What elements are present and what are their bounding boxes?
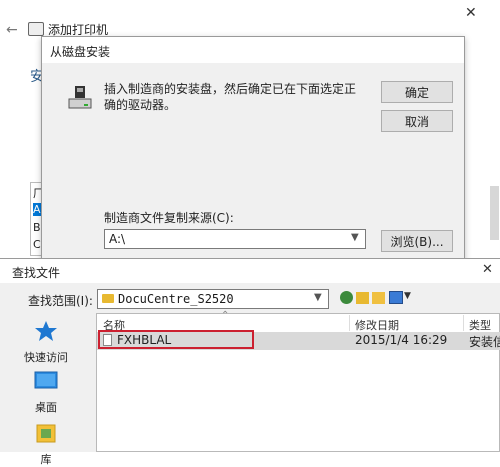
dialog-titlebar: 查找文件 ✕ xyxy=(0,259,500,283)
close-icon[interactable]: ✕ xyxy=(465,5,477,21)
look-in-combobox[interactable]: DocuCentre_S2520 ▼ xyxy=(97,289,329,309)
look-in-value: DocuCentre_S2520 xyxy=(118,292,234,306)
browse-button[interactable]: 浏览(B)... xyxy=(381,230,453,252)
disk-drive-icon xyxy=(68,86,92,109)
library-icon xyxy=(36,424,56,443)
scrollbar[interactable] xyxy=(490,186,499,240)
source-combobox[interactable]: A:\ ▼ xyxy=(104,229,366,249)
sort-arrow-icon: ⌃ xyxy=(221,310,230,321)
places-bar: 快速访问 桌面 库 xyxy=(0,314,92,466)
source-label: 制造商文件复制来源(C): xyxy=(104,211,234,225)
list-item[interactable]: B xyxy=(33,221,41,234)
chevron-down-icon[interactable]: ▼ xyxy=(314,292,322,303)
file-type: 安装信息 xyxy=(469,335,500,349)
ok-button[interactable]: 确定 xyxy=(381,81,453,103)
column-divider[interactable] xyxy=(349,315,350,331)
desktop-icon xyxy=(34,371,58,389)
list-item[interactable]: C xyxy=(33,238,41,251)
annotation-highlight xyxy=(98,330,254,349)
place-label: 桌面 xyxy=(35,401,57,414)
back-arrow-icon[interactable]: ← xyxy=(6,22,18,38)
instruction-text: 插入制造商的安装盘，然后确定已在下面选定正确的驱动器。 xyxy=(104,82,357,112)
dialog-title: 从磁盘安装 xyxy=(50,45,111,59)
star-icon xyxy=(35,321,57,341)
chevron-down-icon[interactable]: ▼ xyxy=(404,291,411,301)
folder-icon xyxy=(102,294,114,303)
chevron-down-icon[interactable]: ▼ xyxy=(351,232,359,243)
close-icon[interactable]: ✕ xyxy=(482,262,493,277)
place-desktop[interactable]: 桌面 xyxy=(14,370,78,415)
file-list[interactable]: 名称 ⌃ 修改日期 类型 FXHBLAL 2015/1/4 16:29 安装信息 xyxy=(96,310,500,452)
new-folder-icon[interactable] xyxy=(372,292,385,304)
cancel-button[interactable]: 取消 xyxy=(381,110,453,132)
source-value: A:\ xyxy=(109,232,126,246)
place-quick-access[interactable]: 快速访问 xyxy=(14,320,78,365)
file-date: 2015/1/4 16:29 xyxy=(355,333,448,347)
install-from-disk-dialog: 从磁盘安装 插入制造商的安装盘，然后确定已在下面选定正确的驱动器。 确定 取消 … xyxy=(41,36,465,266)
column-divider[interactable] xyxy=(463,315,464,331)
locate-file-dialog: 查找文件 ✕ 查找范围(I): DocuCentre_S2520 ▼ ▼ 快速访… xyxy=(0,258,500,466)
view-menu-icon[interactable] xyxy=(389,291,403,304)
dialog-title: 查找文件 xyxy=(12,266,61,280)
place-library[interactable]: 库 xyxy=(14,422,78,467)
column-header-date[interactable]: 修改日期 xyxy=(355,317,399,333)
back-icon[interactable] xyxy=(340,291,353,304)
place-label: 快速访问 xyxy=(24,351,68,364)
column-header-type[interactable]: 类型 xyxy=(469,317,491,333)
place-label: 库 xyxy=(40,453,52,466)
dialog-titlebar: 从磁盘安装 xyxy=(42,37,464,63)
up-folder-icon[interactable] xyxy=(356,292,369,304)
look-in-label: 查找范围(I): xyxy=(28,294,93,308)
printer-icon xyxy=(28,22,44,36)
